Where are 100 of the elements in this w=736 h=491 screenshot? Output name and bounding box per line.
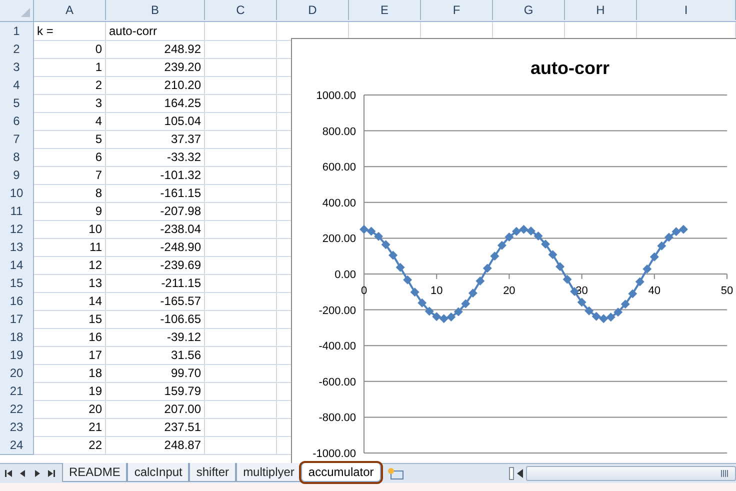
y-tick-label: 200.00: [322, 233, 356, 246]
y-tick-label: 800.00: [322, 126, 356, 138]
y-tick-label: 1000.00: [316, 90, 356, 102]
x-tick-label: 10: [430, 285, 443, 297]
y-tick-label: -200.00: [318, 304, 356, 317]
table-cell-text: -239.69: [160, 257, 201, 274]
sheet-tab[interactable]: multiplyer: [236, 463, 302, 482]
row-header[interactable]: 16: [0, 292, 34, 311]
table-cell-text: 22: [88, 437, 102, 454]
row-header[interactable]: 18: [0, 328, 34, 347]
table-cell-text: 31.56: [170, 347, 201, 364]
table-cell-text: -207.98: [160, 203, 201, 220]
table-cell-text: -211.15: [161, 275, 201, 292]
y-tick-label: -800.00: [318, 412, 356, 424]
sheet-tab[interactable]: calcInput: [127, 463, 190, 482]
table-cell-text: 16: [88, 329, 102, 346]
row-header[interactable]: 19: [0, 346, 34, 365]
table-cell-text: 13: [88, 275, 102, 292]
column-header[interactable]: F: [421, 0, 493, 20]
table-cell-text: 164.25: [164, 95, 201, 112]
x-tick-label: 20: [503, 285, 516, 297]
table-cell-text: 37.37: [170, 131, 201, 148]
table-cell-text: -238.04: [160, 221, 201, 238]
table-cell-text: -161.15: [160, 185, 201, 202]
row-header[interactable]: 22: [0, 400, 34, 419]
table-cell-text: 105.04: [164, 113, 201, 130]
x-tick-label: 0: [360, 285, 368, 297]
row-header[interactable]: 23: [0, 418, 34, 437]
column-header[interactable]: E: [349, 0, 421, 20]
sheet-tab[interactable]: README: [62, 463, 128, 482]
column-header[interactable]: G: [493, 0, 565, 20]
table-cell-text: 239.20: [164, 59, 201, 76]
table-cell-text: 159.79: [164, 383, 201, 400]
row-header[interactable]: 8: [0, 148, 34, 167]
table-cell-text: 6: [95, 149, 102, 166]
row-header[interactable]: 9: [0, 166, 34, 185]
row-header[interactable]: 5: [0, 94, 34, 113]
table-cell-text: 7: [95, 167, 102, 184]
table-cell-text: -165.57: [160, 293, 201, 310]
column-header[interactable]: B: [106, 0, 205, 20]
column-header[interactable]: A: [34, 0, 106, 20]
table-cell-text: 20: [88, 401, 102, 418]
column-header[interactable]: D: [277, 0, 349, 20]
row-header[interactable]: 7: [0, 130, 34, 149]
row-header[interactable]: 15: [0, 274, 34, 293]
row-header[interactable]: 17: [0, 310, 34, 329]
table-cell-text: 0: [95, 41, 102, 58]
row-header[interactable]: 6: [0, 112, 34, 131]
table-cell-text: 237.51: [164, 419, 201, 436]
table-cell-text: 18: [88, 365, 102, 382]
column-header[interactable]: H: [565, 0, 637, 20]
row-header[interactable]: 10: [0, 184, 34, 203]
table-cell-text: 19: [88, 383, 102, 400]
y-tick-label: 600.00: [322, 162, 356, 174]
table-cell-text: -33.32: [166, 149, 201, 166]
table-cell-text: -101.32: [160, 167, 201, 184]
row-header[interactable]: 2: [0, 40, 34, 59]
table-cell-text: k =: [37, 23, 54, 40]
table-cell-text: 3: [95, 95, 102, 112]
table-cell-text: 207.00: [164, 401, 201, 418]
column-header[interactable]: C: [205, 0, 277, 20]
row-header[interactable]: 14: [0, 256, 34, 275]
row-header[interactable]: 3: [0, 58, 34, 77]
sheet-tab[interactable]: accumulator: [301, 463, 381, 482]
table-cell-text: 21: [88, 419, 102, 436]
y-tick-label: 400.00: [322, 197, 356, 210]
row-header[interactable]: 12: [0, 220, 34, 239]
sheet-tab[interactable]: shifter: [189, 463, 236, 482]
table-cell-text: 10: [88, 221, 102, 238]
row-header[interactable]: 20: [0, 364, 34, 383]
table-cell-text: -39.12: [166, 329, 201, 346]
row-header[interactable]: 13: [0, 238, 34, 257]
y-tick-label: 0.00: [334, 269, 356, 281]
table-cell-text: 248.92: [164, 41, 201, 58]
table-cell-text: 1: [95, 59, 102, 76]
y-tick-label: -600.00: [318, 376, 356, 388]
row-header[interactable]: 1: [0, 22, 34, 41]
chart-title: auto-corr: [530, 58, 610, 78]
table-cell-text: 248.87: [164, 437, 201, 454]
table-cell-text: 14: [88, 293, 102, 310]
table-cell-text: 8: [95, 185, 102, 202]
row-header[interactable]: 11: [0, 202, 34, 221]
table-cell-text: 210.20: [164, 77, 201, 94]
row-header[interactable]: 4: [0, 76, 34, 95]
table-cell-text: 15: [88, 311, 102, 328]
table-cell-text: 99.70: [170, 365, 201, 382]
table-cell-text: 17: [88, 347, 102, 364]
y-tick-label: -400.00: [318, 340, 356, 353]
table-cell-text: auto-corr: [109, 23, 158, 40]
column-header[interactable]: I: [637, 0, 736, 20]
table-cell-text: 2: [95, 77, 102, 94]
row-header[interactable]: 21: [0, 382, 34, 401]
table-cell-text: 9: [95, 203, 102, 220]
x-tick-label: 40: [648, 285, 661, 297]
row-header[interactable]: 24: [0, 436, 34, 455]
table-cell-text: 11: [90, 239, 102, 256]
table-cell-text: -248.90: [160, 239, 201, 256]
table-cell-text: 12: [88, 257, 102, 274]
table-cell-text: -106.65: [160, 311, 201, 328]
y-tick-label: -1000.00: [312, 448, 356, 460]
